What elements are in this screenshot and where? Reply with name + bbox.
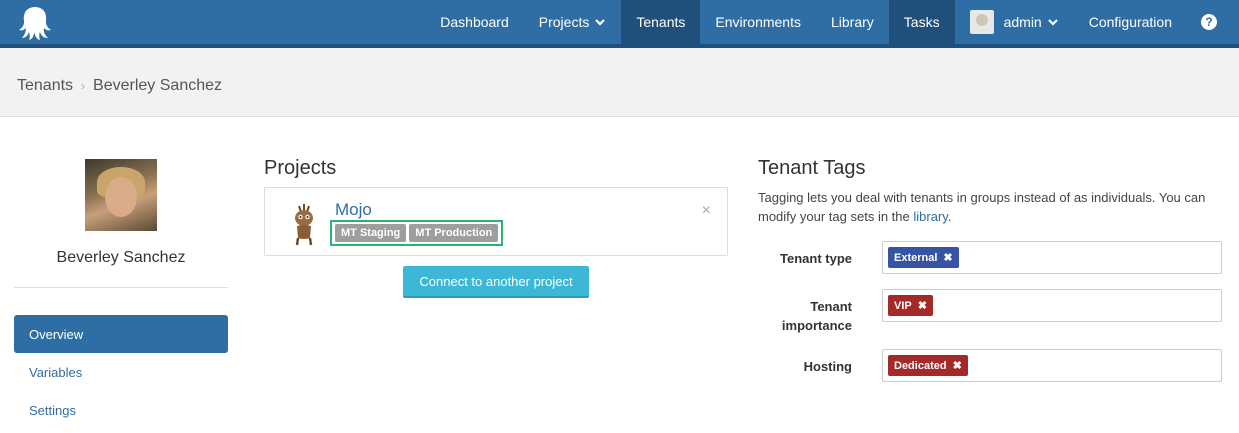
tag-label: Tenant importance (781, 299, 852, 333)
breadcrumb-bar: Tenants › Beverley Sanchez (0, 48, 1239, 117)
nav-library[interactable]: Library (816, 0, 889, 44)
user-avatar (969, 10, 994, 34)
remove-tag-icon[interactable]: ✖ (918, 299, 927, 312)
chevron-down-icon (1047, 19, 1058, 26)
nav-dashboard-label: Dashboard (440, 14, 509, 30)
nav-help[interactable]: ? (1187, 0, 1239, 44)
nav-configuration-label: Configuration (1088, 14, 1172, 30)
tenant-tags-description-end: . (947, 209, 952, 224)
octopus-logo-icon[interactable] (16, 4, 54, 42)
tag-label: Hosting (803, 359, 852, 374)
tenant-side-nav: Overview Variables Settings (14, 315, 228, 429)
tag-chip: External ✖ (888, 247, 959, 268)
side-nav-variables[interactable]: Variables (14, 353, 228, 391)
library-link[interactable]: library (913, 209, 947, 224)
nav-tenants[interactable]: Tenants (621, 0, 701, 44)
tenant-tags-description: Tagging lets you deal with tenants in gr… (758, 188, 1228, 226)
nav-library-label: Library (830, 14, 874, 30)
nav-projects-label: Projects (538, 14, 590, 30)
tenant-avatar (85, 159, 157, 231)
environment-tags: MT Staging MT Production (330, 220, 504, 246)
tag-chip: Dedicated ✖ (888, 355, 968, 376)
tag-chip: VIP ✖ (888, 295, 933, 316)
nav-user-label: admin (1003, 14, 1042, 30)
help-icon: ? (1201, 14, 1217, 30)
breadcrumb-current: Beverley Sanchez (93, 77, 223, 94)
remove-project-icon[interactable]: × (702, 202, 711, 220)
side-nav-overview[interactable]: Overview (14, 315, 228, 353)
nav-user-menu[interactable]: admin (955, 0, 1074, 44)
remove-tag-icon[interactable]: ✖ (953, 359, 962, 372)
chevron-down-icon (595, 19, 606, 26)
project-name-link[interactable]: Mojo (335, 200, 372, 220)
nav-projects[interactable]: Projects (524, 0, 622, 44)
tag-input-hosting[interactable]: Dedicated ✖ (882, 349, 1222, 382)
side-nav-settings[interactable]: Settings (14, 391, 228, 429)
breadcrumb: Tenants › Beverley Sanchez (17, 77, 222, 95)
top-nav-bar: Dashboard Projects Tenants Environments … (0, 0, 1239, 48)
projects-heading: Projects (264, 157, 337, 179)
nav-environments-label: Environments (715, 14, 801, 30)
nav-dashboard[interactable]: Dashboard (425, 0, 524, 44)
connect-project-button[interactable]: Connect to another project (403, 266, 589, 298)
tag-input-tenant-importance[interactable]: VIP ✖ (882, 289, 1222, 322)
tenant-tags-heading: Tenant Tags (758, 157, 866, 179)
tag-chip-label: VIP (894, 299, 912, 312)
environment-tag: MT Staging (335, 224, 407, 242)
tag-chip-label: Dedicated (894, 359, 947, 372)
tag-label: Tenant type (780, 251, 852, 266)
tenant-tags-description-text: Tagging lets you deal with tenants in gr… (758, 190, 1206, 224)
remove-tag-icon[interactable]: ✖ (943, 251, 952, 264)
tag-chip-label: External (894, 251, 938, 264)
nav-environments[interactable]: Environments (700, 0, 816, 44)
tenant-name: Beverley Sanchez (56, 249, 186, 266)
environment-tag: MT Production (409, 224, 499, 242)
nav-tasks-label: Tasks (903, 14, 940, 30)
breadcrumb-separator: › (81, 79, 86, 93)
tag-input-tenant-type[interactable]: External ✖ (882, 241, 1222, 274)
breadcrumb-tenants-link[interactable]: Tenants (17, 77, 73, 95)
project-card: Mojo MT Staging MT Production × (264, 187, 728, 256)
divider (14, 287, 228, 288)
nav-tenants-label: Tenants (636, 14, 686, 30)
nav-tasks[interactable]: Tasks (888, 0, 955, 44)
project-logo-icon (295, 204, 313, 246)
nav-configuration[interactable]: Configuration (1074, 0, 1187, 44)
